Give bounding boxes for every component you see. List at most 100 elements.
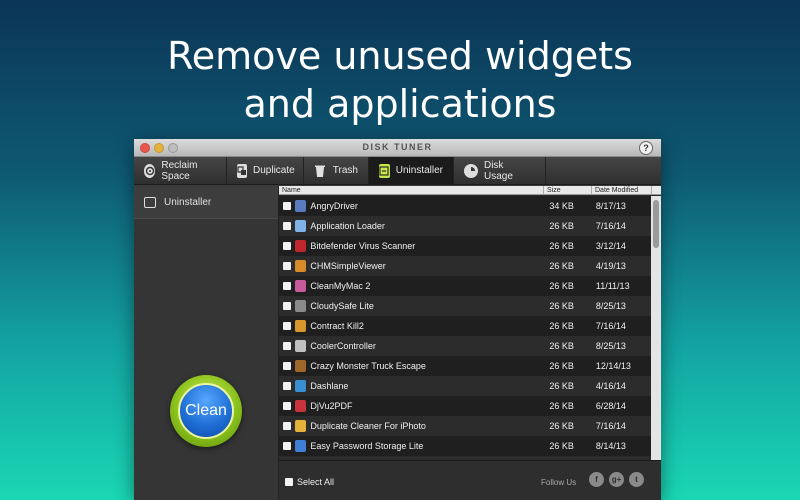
table-row[interactable]: CoolerController 26 KB 8/25/13: [279, 336, 651, 356]
headline-line-2: and applications: [243, 82, 557, 126]
app-name: Duplicate Cleaner For iPhoto: [310, 421, 426, 431]
table-row[interactable]: Dashlane 26 KB 4/16/14: [279, 376, 651, 396]
app-date-modified: 7/16/14: [595, 321, 626, 331]
help-button[interactable]: ?: [639, 141, 653, 155]
list-scrollbar[interactable]: [651, 196, 661, 460]
google-plus-icon[interactable]: g+: [609, 472, 624, 487]
follow-us-label: Follow Us: [541, 478, 577, 487]
row-checkbox[interactable]: [283, 222, 291, 230]
tab-disk-usage[interactable]: Disk Usage: [454, 157, 546, 184]
column-header-name[interactable]: Name: [279, 186, 544, 194]
app-size: 26 KB: [549, 421, 574, 431]
app-icon: [294, 240, 307, 252]
select-all-control[interactable]: Select All: [285, 477, 334, 487]
table-row[interactable]: Application Loader 26 KB 7/16/14: [279, 216, 651, 236]
app-icon: [294, 420, 307, 432]
tab-trash[interactable]: Trash: [304, 157, 369, 184]
app-icon: [294, 280, 307, 292]
uninstaller-icon: [379, 163, 390, 178]
app-icon: [294, 320, 307, 332]
table-row[interactable]: CleanMyMac 2 26 KB 11/11/13: [279, 276, 651, 296]
app-size: 26 KB: [549, 281, 574, 291]
tab-label: Duplicate: [253, 165, 295, 176]
sidebar-item-label: Uninstaller: [164, 196, 212, 208]
sidebar: Uninstaller Clean: [134, 186, 279, 500]
app-name: Bitdefender Virus Scanner: [310, 241, 416, 251]
tab-uninstaller[interactable]: Uninstaller: [369, 157, 454, 184]
row-checkbox[interactable]: [283, 422, 291, 430]
app-name: CleanMyMac 2: [310, 281, 371, 291]
app-icon: [294, 360, 307, 372]
app-name: CloudySafe Lite: [310, 301, 374, 311]
table-row[interactable]: CloudySafe Lite 26 KB 8/25/13: [279, 296, 651, 316]
scrollbar-thumb[interactable]: [653, 200, 659, 248]
row-checkbox[interactable]: [283, 362, 291, 370]
app-date-modified: 4/16/14: [595, 381, 626, 391]
tab-label: Trash: [332, 165, 358, 176]
table-row[interactable]: Crazy Monster Truck Escape 26 KB 12/14/13: [279, 356, 651, 376]
list-rows: AngryDriver 34 KB 8/17/13 Application Loade…: [279, 196, 651, 460]
app-date-modified: 8/25/13: [595, 341, 626, 351]
app-icon: [294, 260, 307, 272]
app-size: 26 KB: [549, 301, 574, 311]
uninstaller-icon: [144, 196, 156, 208]
tab-label: Uninstaller: [395, 165, 443, 176]
app-size: 26 KB: [549, 361, 574, 371]
select-all-label: Select All: [297, 477, 335, 487]
window-title: DISK TUNER: [362, 142, 433, 152]
table-row[interactable]: Easy Password Storage Lite 26 KB 8/14/13: [279, 436, 651, 456]
app-icon: [294, 220, 307, 232]
app-icon: [294, 380, 307, 392]
row-checkbox[interactable]: [283, 382, 291, 390]
app-size: 26 KB: [549, 241, 574, 251]
table-row[interactable]: DjVu2PDF 26 KB 6/28/14: [279, 396, 651, 416]
clean-button-label: Clean: [178, 383, 234, 439]
footer-bar: Select All Follow Us f g+ t: [279, 460, 661, 500]
table-row[interactable]: Bitdefender Virus Scanner 26 KB 3/12/14: [279, 236, 651, 256]
row-checkbox[interactable]: [283, 322, 291, 330]
app-name: CoolerController: [310, 341, 376, 351]
row-checkbox[interactable]: [283, 202, 291, 210]
column-header-date-modified[interactable]: Date Modified: [592, 186, 652, 194]
app-size: 26 KB: [549, 321, 574, 331]
row-checkbox[interactable]: [283, 402, 291, 410]
column-header-size[interactable]: Size: [544, 186, 592, 194]
row-checkbox[interactable]: [283, 262, 291, 270]
clean-button[interactable]: Clean: [170, 375, 242, 447]
app-icon: [294, 200, 307, 212]
row-checkbox[interactable]: [283, 342, 291, 350]
app-date-modified: 8/17/13: [595, 201, 626, 211]
app-name: Easy Password Storage Lite: [310, 441, 424, 451]
twitter-icon[interactable]: t: [629, 472, 644, 487]
tab-reclaim-space[interactable]: Reclaim Space: [134, 157, 227, 184]
reclaim-icon: [144, 163, 156, 178]
app-size: 26 KB: [549, 261, 574, 271]
row-checkbox[interactable]: [283, 442, 291, 450]
facebook-icon[interactable]: f: [589, 472, 604, 487]
table-row[interactable]: Duplicate Cleaner For iPhoto 26 KB 7/16/14: [279, 416, 651, 436]
list-header: Name Size Date Modified: [279, 186, 661, 195]
tab-label: Disk Usage: [483, 159, 513, 182]
app-icon: [294, 300, 307, 312]
app-date-modified: 6/28/14: [595, 401, 626, 411]
row-checkbox[interactable]: [283, 302, 291, 310]
table-row[interactable]: Contract Kill2 26 KB 7/16/14: [279, 316, 651, 336]
disk-usage-icon: [464, 163, 478, 178]
app-list: Name Size Date Modified AngryDriver 34 KB…: [279, 186, 661, 460]
row-checkbox[interactable]: [283, 242, 291, 250]
sidebar-item-uninstaller[interactable]: Uninstaller: [134, 186, 278, 219]
app-name: Application Loader: [310, 221, 385, 231]
select-all-checkbox[interactable]: [285, 478, 293, 486]
app-window: DISK TUNER ? Reclaim Space Duplicate Tra…: [134, 139, 661, 500]
table-row[interactable]: AngryDriver 34 KB 8/17/13: [279, 196, 651, 216]
app-name: CHMSimpleViewer: [310, 261, 386, 271]
tab-duplicate[interactable]: Duplicate: [227, 157, 304, 184]
row-checkbox[interactable]: [283, 282, 291, 290]
table-row[interactable]: CHMSimpleViewer 26 KB 4/19/13: [279, 256, 651, 276]
tab-label: Reclaim Space: [161, 159, 198, 182]
app-date-modified: 12/14/13: [595, 361, 631, 371]
app-size: 26 KB: [549, 441, 574, 451]
headline: Remove unused widgets and applications: [0, 32, 800, 128]
app-size: 34 KB: [549, 201, 574, 211]
app-date-modified: 4/19/13: [595, 261, 626, 271]
